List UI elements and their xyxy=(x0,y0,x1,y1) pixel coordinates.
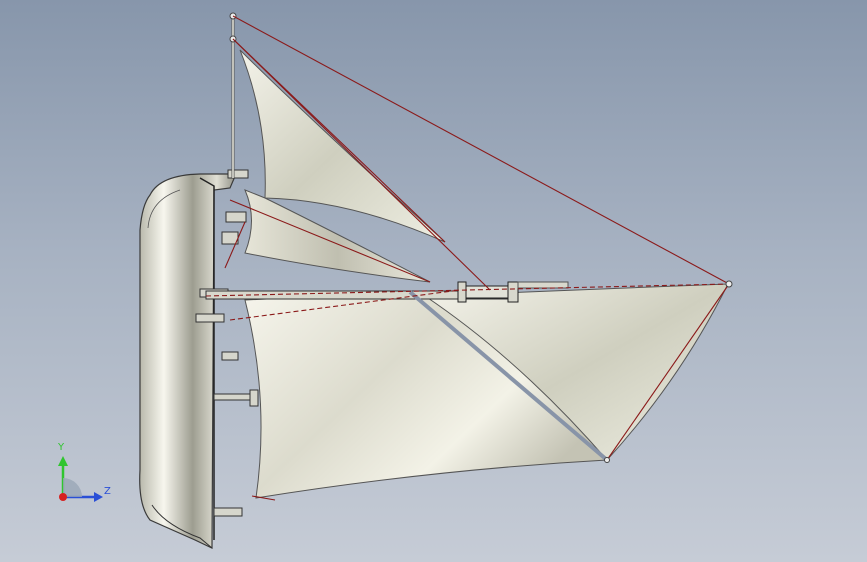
y-axis-label: Y xyxy=(58,442,65,453)
coordinate-triad xyxy=(58,456,103,502)
graphics-viewport[interactable]: Y Z xyxy=(0,0,867,562)
hull[interactable] xyxy=(139,173,237,549)
z-axis-label: Z xyxy=(104,486,111,497)
mast[interactable] xyxy=(229,12,237,178)
sailboat-model[interactable] xyxy=(0,0,867,562)
boom[interactable] xyxy=(205,281,569,303)
